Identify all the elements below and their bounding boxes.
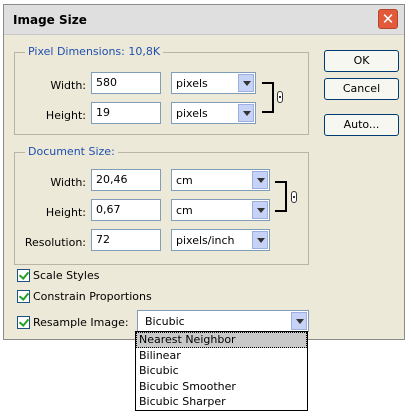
chain-link-icon bbox=[277, 91, 283, 103]
cancel-button[interactable]: Cancel bbox=[324, 78, 399, 100]
doc-width-label: Width: bbox=[50, 176, 86, 189]
chevron-down-icon[interactable] bbox=[291, 312, 307, 330]
chevron-down-icon[interactable] bbox=[252, 201, 268, 219]
scale-styles-checkbox[interactable] bbox=[17, 269, 30, 282]
pixel-width-unit-value: pixels bbox=[176, 77, 208, 90]
title-bar[interactable]: Image Size ✕ bbox=[4, 5, 404, 35]
pixel-width-label: Width: bbox=[50, 79, 86, 92]
resample-image-checkbox[interactable] bbox=[17, 316, 30, 329]
resolution-label: Resolution: bbox=[24, 236, 86, 249]
doc-height-unit-select[interactable]: cm bbox=[171, 199, 270, 221]
constrain-proportions-checkbox[interactable] bbox=[17, 290, 30, 303]
resolution-input[interactable]: 72 bbox=[91, 229, 161, 251]
doc-height-input[interactable]: 0,67 bbox=[91, 199, 161, 221]
resample-option-nearest-neighbor[interactable]: Nearest Neighbor bbox=[136, 332, 307, 348]
doc-height-label: Height: bbox=[45, 206, 86, 219]
pixel-height-label: Height: bbox=[45, 109, 86, 122]
chain-link-icon bbox=[291, 191, 297, 203]
resample-method-list: Nearest Neighbor Bilinear Bicubic Bicubi… bbox=[135, 331, 308, 411]
resample-method-value: Bicubic bbox=[145, 315, 185, 328]
resample-option-bilinear[interactable]: Bilinear bbox=[136, 348, 307, 364]
doc-constrain-bracket bbox=[275, 181, 287, 212]
scale-styles-label[interactable]: Scale Styles bbox=[33, 269, 99, 282]
pixel-dimensions-title: Pixel Dimensions: 10,8K bbox=[25, 45, 164, 58]
doc-width-input[interactable]: 20,46 bbox=[91, 169, 161, 191]
resample-option-bicubic-smoother[interactable]: Bicubic Smoother bbox=[136, 379, 307, 395]
resolution-unit-value: pixels/inch bbox=[176, 234, 235, 247]
pixel-dimensions-size: 10,8K bbox=[128, 45, 161, 58]
chevron-down-icon[interactable] bbox=[252, 231, 268, 249]
chevron-down-icon[interactable] bbox=[238, 74, 254, 92]
chevron-down-icon[interactable] bbox=[252, 171, 268, 189]
chevron-down-icon[interactable] bbox=[238, 104, 254, 122]
resample-method-select[interactable]: Bicubic bbox=[137, 310, 309, 332]
window-title: Image Size bbox=[13, 13, 87, 27]
doc-height-unit-value: cm bbox=[176, 204, 193, 217]
resample-option-bicubic-sharper[interactable]: Bicubic Sharper bbox=[136, 394, 307, 410]
document-size-title: Document Size: bbox=[25, 145, 118, 158]
ok-button[interactable]: OK bbox=[324, 50, 399, 72]
auto-button[interactable]: Auto... bbox=[324, 114, 399, 136]
resolution-unit-select[interactable]: pixels/inch bbox=[171, 229, 270, 251]
close-button[interactable]: ✕ bbox=[378, 9, 398, 29]
pixel-height-unit-select[interactable]: pixels bbox=[171, 102, 256, 124]
pixel-width-input[interactable]: 580 bbox=[91, 72, 161, 94]
pixel-width-unit-select[interactable]: pixels bbox=[171, 72, 256, 94]
pixel-height-unit-value: pixels bbox=[176, 107, 208, 120]
pixel-height-input[interactable]: 19 bbox=[91, 102, 161, 124]
resample-image-label[interactable]: Resample Image: bbox=[33, 316, 129, 329]
constrain-proportions-label[interactable]: Constrain Proportions bbox=[33, 290, 152, 303]
constrain-bracket bbox=[262, 82, 274, 113]
doc-width-unit-value: cm bbox=[176, 174, 193, 187]
image-size-dialog: Image Size ✕ Pixel Dimensions: 10,8K Wid… bbox=[3, 4, 405, 340]
resample-option-bicubic[interactable]: Bicubic bbox=[136, 363, 307, 379]
doc-width-unit-select[interactable]: cm bbox=[171, 169, 270, 191]
